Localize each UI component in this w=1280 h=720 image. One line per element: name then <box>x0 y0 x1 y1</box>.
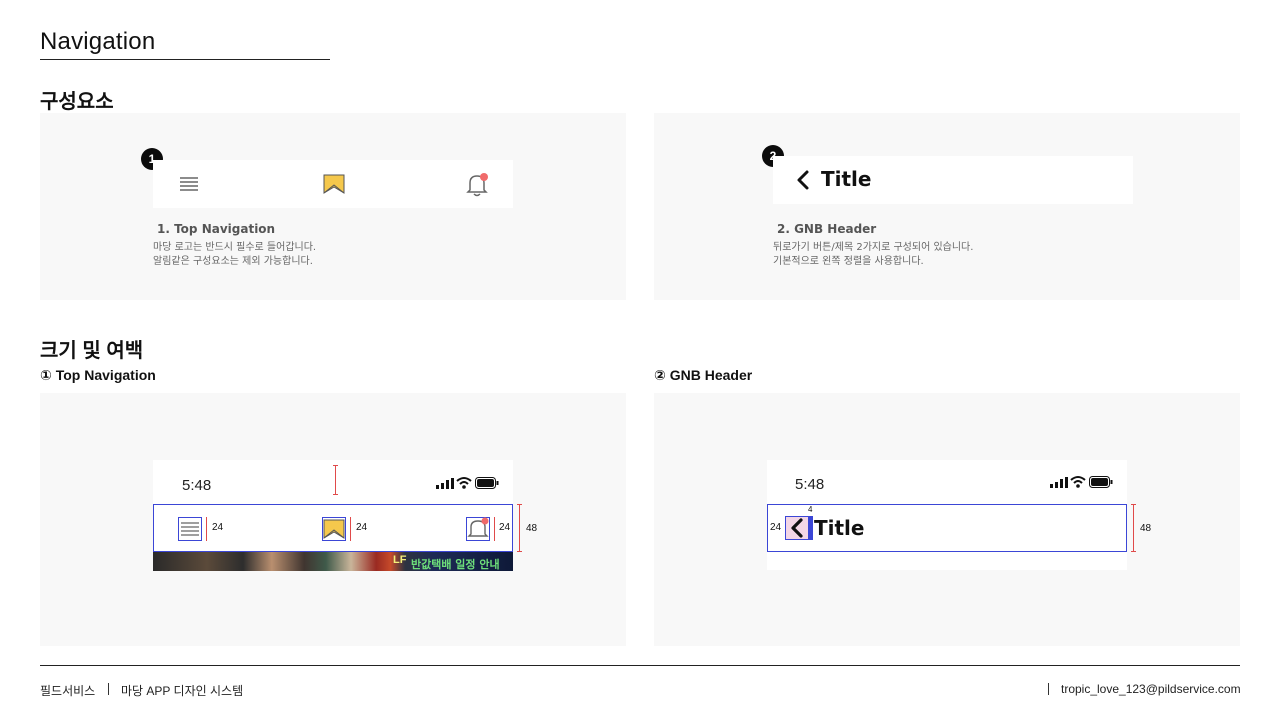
top-navigation-bar-spec: 24 24 24 <box>153 504 513 552</box>
card1-caption-title: 1. Top Navigation <box>157 222 276 236</box>
icon-size-label: 24 <box>356 522 368 533</box>
signal-icon <box>1050 477 1068 488</box>
left-padding-label: 24 <box>770 522 782 533</box>
status-bar: 5:48 <box>767 460 1127 504</box>
content-area <box>767 552 1127 570</box>
signal-icon <box>436 478 454 489</box>
card2-caption-line1: 뒤로가기 버튼/제목 2가지로 구성되어 있습니다. <box>773 242 974 253</box>
gap-marker <box>809 516 813 540</box>
card2-caption-line2: 기본적으로 왼쪽 정렬을 사용합니다. <box>773 256 924 267</box>
back-chevron-icon[interactable] <box>787 516 807 540</box>
marker-cap <box>333 494 338 495</box>
spec-panel-top-navigation: 5:48 24 24 24 48 LF 반값택배 일정 안내 <box>40 393 626 646</box>
menu-icon[interactable] <box>179 174 199 194</box>
madang-logo-icon[interactable] <box>322 172 346 196</box>
gnb-header-title: Title <box>821 167 872 191</box>
status-bar: 5:48 <box>153 460 513 504</box>
marker-cap <box>333 465 338 466</box>
marker-cap <box>517 504 522 505</box>
gnb-header-bar-spec: 24 4 Title <box>767 504 1127 552</box>
title-underline <box>40 59 330 60</box>
subheading-gnb-header: ② GNB Header <box>654 367 753 383</box>
marker-cap <box>1131 504 1136 505</box>
marker-cap <box>517 551 522 552</box>
card1-caption-line2: 알림같은 구성요소는 제외 가능합니다. <box>153 256 313 267</box>
component-card-top-navigation: 1 1. Top Navigation 마당 로고는 반드시 필수로 들어갑니다… <box>40 113 626 300</box>
bell-icon[interactable] <box>464 172 490 198</box>
footer-system-name: 마당 APP 디자인 시스템 <box>121 684 244 698</box>
bar-height-marker <box>1133 504 1134 552</box>
subheading-top-navigation: ① Top Navigation <box>40 367 156 383</box>
section-heading-components: 구성요소 <box>40 91 114 113</box>
card2-caption-title: 2. GNB Header <box>777 222 877 236</box>
photo-text-lf: LF <box>393 554 407 566</box>
icon-size-label: 24 <box>499 522 511 533</box>
back-chevron-icon[interactable] <box>795 169 811 191</box>
section-heading-size-spacing: 크기 및 여백 <box>40 340 144 362</box>
bar-height-marker <box>519 504 520 552</box>
status-bar-height-marker <box>335 465 336 495</box>
footer-separator <box>1048 683 1049 695</box>
icon-size-marker <box>494 517 495 541</box>
gap-label: 4 <box>808 505 813 514</box>
page-title: Navigation <box>40 28 156 55</box>
battery-icon <box>1089 476 1113 488</box>
photo-text-banner: 반값택배 일정 안내 <box>411 558 500 571</box>
gnb-header-bar: Title <box>773 156 1133 204</box>
footer-email[interactable]: tropic_love_123@pildservice.com <box>1061 682 1241 696</box>
wifi-icon <box>1070 476 1086 488</box>
wifi-icon <box>456 477 472 489</box>
icon-size-marker <box>350 517 351 541</box>
menu-icon[interactable] <box>178 517 202 541</box>
icon-size-label: 24 <box>212 522 224 533</box>
battery-icon <box>475 477 499 489</box>
status-time: 5:48 <box>182 477 212 494</box>
card1-caption-line1: 마당 로고는 반드시 필수로 들어갑니다. <box>153 242 317 253</box>
icon-size-marker <box>206 517 207 541</box>
bell-icon[interactable] <box>466 517 490 541</box>
component-card-gnb-header: 2 Title 2. GNB Header 뒤로가기 버튼/제목 2가지로 구성… <box>654 113 1240 300</box>
content-photo-strip: LF 반값택배 일정 안내 <box>153 552 513 571</box>
gnb-header-title: Title <box>814 516 865 540</box>
footer-divider <box>40 665 1240 666</box>
madang-logo-icon[interactable] <box>322 517 346 541</box>
top-navigation-bar <box>153 160 513 208</box>
spec-panel-gnb-header: 5:48 24 4 Title 48 <box>654 393 1240 646</box>
bar-height-label: 48 <box>1140 523 1152 534</box>
bar-height-label: 48 <box>526 523 538 534</box>
marker-cap <box>1131 551 1136 552</box>
footer-separator <box>108 683 109 695</box>
status-time: 5:48 <box>795 476 825 493</box>
footer-company: 필드서비스 <box>40 684 96 698</box>
